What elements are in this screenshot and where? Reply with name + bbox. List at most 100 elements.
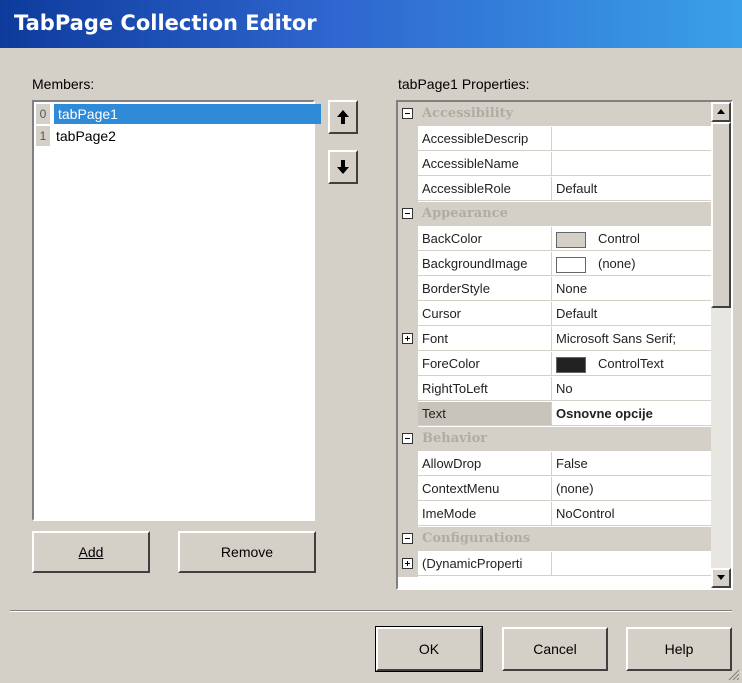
help-button[interactable]: Help (626, 627, 732, 671)
collapse-icon[interactable] (402, 208, 413, 219)
row-gutter (398, 352, 418, 377)
row-gutter (398, 452, 418, 477)
property-name: AccessibleDescrip (418, 127, 552, 151)
triangle-down-icon (717, 575, 725, 580)
property-row[interactable]: (DynamicProperti (398, 552, 711, 577)
help-button-label: Help (664, 641, 694, 657)
row-gutter (398, 227, 418, 252)
row-gutter (398, 152, 418, 177)
collapse-icon[interactable] (402, 533, 413, 544)
property-value[interactable]: Default (552, 177, 711, 201)
row-gutter (398, 277, 418, 302)
list-item[interactable]: 1 tabPage2 (36, 126, 313, 146)
separator (10, 610, 732, 612)
expand-icon[interactable] (402, 558, 413, 569)
property-name: ContextMenu (418, 477, 552, 501)
category-configurations[interactable]: Configurations (398, 527, 711, 552)
property-name: AllowDrop (418, 452, 552, 476)
list-item[interactable]: 0 tabPage1 (36, 104, 321, 124)
property-row[interactable]: AllowDrop False (398, 452, 711, 477)
property-name: BorderStyle (418, 277, 552, 301)
property-name: Text (418, 402, 552, 426)
property-value[interactable]: Microsoft Sans Serif; (552, 327, 711, 351)
property-value[interactable]: None (552, 277, 711, 301)
category-label: Behavior (418, 427, 711, 451)
properties-label: tabPage1 Properties: (398, 76, 530, 92)
category-behavior[interactable]: Behavior (398, 427, 711, 452)
property-row[interactable]: Font Microsoft Sans Serif; (398, 327, 711, 352)
add-button[interactable]: Add (32, 531, 150, 573)
property-row[interactable]: ContextMenu (none) (398, 477, 711, 502)
property-row[interactable]: RightToLeft No (398, 377, 711, 402)
property-row[interactable]: BorderStyle None (398, 277, 711, 302)
property-row[interactable]: AccessibleDescrip (398, 127, 711, 152)
property-row[interactable]: ImeMode NoControl (398, 502, 711, 527)
row-gutter (398, 527, 418, 552)
collapse-icon[interactable] (402, 108, 413, 119)
property-name: (DynamicProperti (418, 552, 552, 576)
property-value[interactable] (552, 127, 711, 151)
color-swatch (556, 231, 586, 248)
property-row[interactable]: BackColor Control (398, 227, 711, 252)
property-row[interactable]: AccessibleName (398, 152, 711, 177)
row-gutter (398, 477, 418, 502)
expand-icon[interactable] (402, 333, 413, 344)
cancel-button-label: Cancel (533, 641, 577, 657)
row-gutter (398, 127, 418, 152)
resize-grip-icon[interactable] (726, 667, 740, 681)
row-gutter (398, 502, 418, 527)
property-value[interactable]: ControlText (552, 352, 711, 376)
property-value[interactable]: (none) (552, 477, 711, 501)
title-bar[interactable]: TabPage Collection Editor (0, 0, 742, 48)
dialog-window: TabPage Collection Editor Members: 0 tab… (0, 0, 742, 683)
property-name: BackColor (418, 227, 552, 251)
scroll-down-button[interactable] (711, 568, 731, 588)
scroll-up-button[interactable] (711, 102, 731, 122)
vertical-scrollbar[interactable] (711, 102, 731, 588)
property-value[interactable]: Control (552, 227, 711, 251)
property-value[interactable]: (none) (552, 252, 711, 276)
ok-button-label: OK (418, 641, 440, 657)
row-gutter (398, 377, 418, 402)
list-item-index: 0 (36, 104, 50, 124)
property-row[interactable]: AccessibleRole Default (398, 177, 711, 202)
move-up-button[interactable] (328, 100, 358, 134)
add-button-label: Add (78, 544, 104, 560)
property-value-text: Control (598, 231, 640, 246)
window-title: TabPage Collection Editor (14, 11, 317, 35)
members-label: Members: (32, 76, 95, 92)
property-value[interactable]: NoControl (552, 502, 711, 526)
remove-button[interactable]: Remove (178, 531, 316, 573)
remove-button-label: Remove (220, 544, 274, 560)
row-gutter (398, 177, 418, 202)
category-appearance[interactable]: Appearance (398, 202, 711, 227)
property-name: Cursor (418, 302, 552, 326)
category-accessibility[interactable]: Accessibility (398, 102, 711, 127)
property-value[interactable] (552, 152, 711, 176)
property-value-text: (none) (598, 256, 636, 271)
property-grid[interactable]: Accessibility AccessibleDescrip Accessib… (396, 100, 733, 590)
property-value[interactable]: No (552, 377, 711, 401)
property-value[interactable]: Default (552, 302, 711, 326)
property-name: AccessibleName (418, 152, 552, 176)
triangle-up-icon (717, 109, 725, 114)
collapse-icon[interactable] (402, 433, 413, 444)
category-label: Accessibility (418, 102, 711, 126)
property-value[interactable]: Osnovne opcije (552, 402, 711, 426)
property-row-selected[interactable]: Text Osnovne opcije (398, 402, 711, 427)
color-swatch (556, 356, 586, 373)
scrollbar-thumb[interactable] (711, 122, 731, 308)
property-value[interactable] (552, 552, 711, 576)
row-gutter (398, 402, 418, 427)
property-row[interactable]: ForeColor ControlText (398, 352, 711, 377)
members-list[interactable]: 0 tabPage1 1 tabPage2 (32, 100, 321, 521)
category-label: Appearance (418, 202, 711, 226)
property-row[interactable]: BackgroundImage (none) (398, 252, 711, 277)
move-down-button[interactable] (328, 150, 358, 184)
property-row[interactable]: Cursor Default (398, 302, 711, 327)
ok-button[interactable]: OK (375, 626, 483, 672)
cancel-button[interactable]: Cancel (502, 627, 608, 671)
row-gutter (398, 552, 418, 577)
property-name: Font (418, 327, 552, 351)
property-value[interactable]: False (552, 452, 711, 476)
